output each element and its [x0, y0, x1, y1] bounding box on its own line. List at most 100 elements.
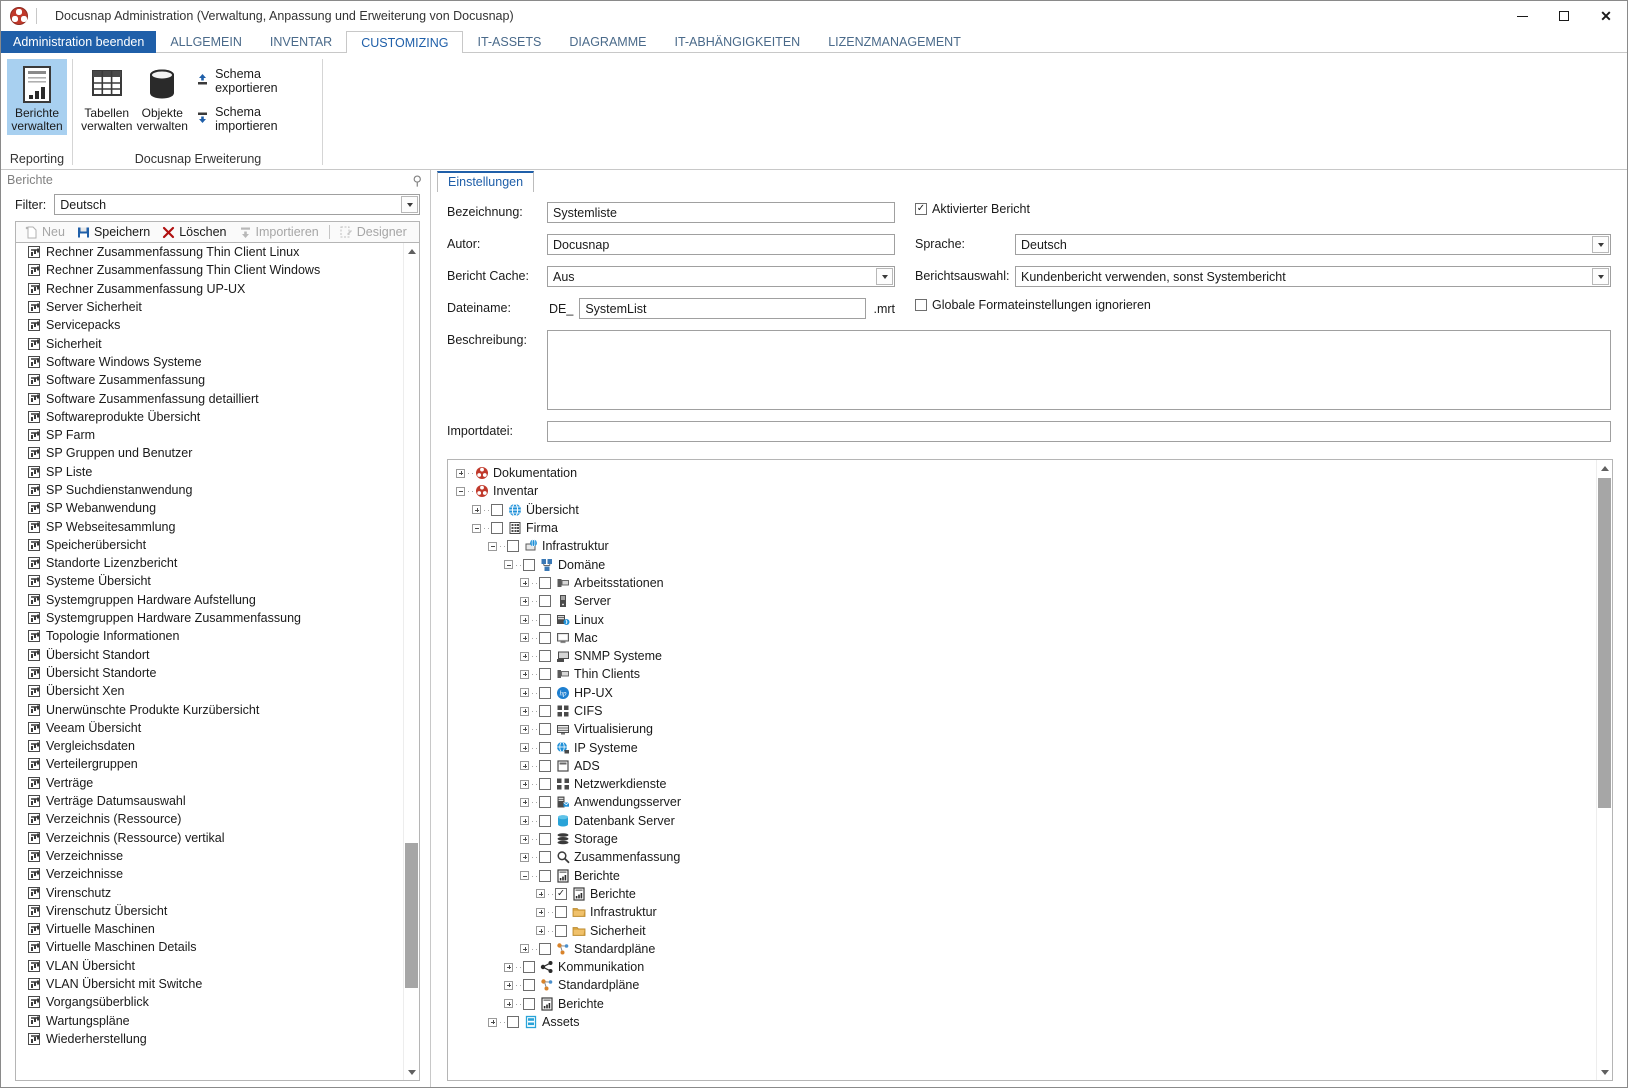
chevron-down-icon-cache[interactable]: [876, 268, 893, 285]
expand-icon[interactable]: [504, 980, 513, 990]
list-item[interactable]: Software Zusammenfassung: [16, 371, 403, 389]
tab-customizing[interactable]: CUSTOMIZING: [346, 31, 464, 53]
expand-icon[interactable]: [520, 633, 529, 643]
expand-icon[interactable]: [520, 779, 529, 789]
expand-icon[interactable]: [520, 669, 529, 679]
maximize-button[interactable]: [1543, 1, 1585, 31]
bericht-cache-combobox[interactable]: Aus: [547, 266, 895, 287]
list-item[interactable]: Server Sicherheit: [16, 298, 403, 316]
tree-node[interactable]: ·· Linux: [448, 610, 1596, 628]
tree-node-checkbox[interactable]: [539, 613, 551, 626]
globale-format-checkbox[interactable]: [915, 299, 927, 311]
tree-node[interactable]: ·· SNMP Systeme: [448, 647, 1596, 665]
list-item[interactable]: Sicherheit: [16, 334, 403, 352]
tree-node[interactable]: ·· hp HP-UX: [448, 684, 1596, 702]
reports-list-scrollbar[interactable]: [403, 243, 419, 1080]
tree-node[interactable]: ·· Standardpläne: [448, 976, 1596, 994]
expand-icon[interactable]: [520, 797, 529, 807]
neu-button[interactable]: Neu: [20, 223, 70, 242]
expand-icon[interactable]: [520, 743, 529, 753]
tree-node-checkbox[interactable]: [539, 851, 551, 864]
tree-node[interactable]: ·· IP Systeme: [448, 738, 1596, 756]
tree-node[interactable]: ·· Sicherheit: [448, 921, 1596, 939]
list-item[interactable]: Verteilergruppen: [16, 755, 403, 773]
list-item[interactable]: Rechner Zusammenfassung Thin Client Linu…: [16, 243, 403, 261]
tree-node-checkbox[interactable]: [539, 631, 551, 644]
aktivierter-bericht-checkbox-row[interactable]: ✓ Aktivierter Bericht: [915, 202, 1030, 216]
tree-node-checkbox[interactable]: [555, 924, 567, 937]
tree-node-checkbox[interactable]: [539, 668, 551, 681]
tab-allgemein[interactable]: ALLGEMEIN: [156, 31, 256, 53]
list-item[interactable]: SP Farm: [16, 426, 403, 444]
tree-node[interactable]: ·· Infrastruktur: [448, 903, 1596, 921]
sprache-combobox[interactable]: Deutsch: [1015, 234, 1611, 255]
tab-administration-beenden[interactable]: Administration beenden: [1, 31, 157, 53]
list-item[interactable]: Servicepacks: [16, 316, 403, 334]
list-item[interactable]: Veeam Übersicht: [16, 719, 403, 737]
expand-icon[interactable]: [520, 724, 529, 734]
tree-node-checkbox[interactable]: [539, 705, 551, 717]
expand-icon[interactable]: [536, 926, 545, 936]
expand-icon[interactable]: [520, 761, 529, 771]
tree-node-checkbox[interactable]: [523, 558, 535, 571]
tree-node[interactable]: ·· Domäne: [448, 555, 1596, 573]
list-item[interactable]: Speicherübersicht: [16, 536, 403, 554]
loeschen-button[interactable]: Löschen: [157, 223, 231, 242]
tree-node[interactable]: ·· Server: [448, 592, 1596, 610]
tree-node-checkbox[interactable]: [539, 814, 551, 827]
tree-node[interactable]: ·· Anwendungsserver: [448, 793, 1596, 811]
list-item[interactable]: Verzeichnisse: [16, 847, 403, 865]
collapse-icon[interactable]: [488, 541, 497, 551]
expand-icon[interactable]: [520, 834, 529, 844]
speichern-button[interactable]: Speichern: [72, 223, 155, 242]
tabellen-verwalten-button[interactable]: Tabellen verwalten: [79, 59, 135, 135]
list-item[interactable]: SP Suchdienstanwendung: [16, 481, 403, 499]
beschreibung-textarea[interactable]: [547, 330, 1611, 410]
tree-node-checkbox[interactable]: [523, 997, 535, 1010]
tree-node-checkbox[interactable]: [539, 869, 551, 882]
list-item[interactable]: Wartungspläne: [16, 1011, 403, 1029]
tree-node-checkbox[interactable]: [539, 942, 551, 955]
expand-icon[interactable]: [520, 615, 529, 625]
dateiname-input[interactable]: SystemList: [579, 298, 867, 319]
list-item[interactable]: SP Gruppen und Benutzer: [16, 444, 403, 462]
expand-icon[interactable]: [488, 1017, 497, 1027]
scrollbar-thumb[interactable]: [405, 843, 418, 988]
tree-node-checkbox[interactable]: [539, 686, 551, 699]
berichte-verwalten-button[interactable]: Berichte verwalten: [7, 59, 67, 135]
tree-node[interactable]: ·· CIFS: [448, 702, 1596, 720]
tree-node[interactable]: ·· Dokumentation: [448, 464, 1596, 482]
object-tree-scrollbar[interactable]: [1596, 460, 1612, 1080]
importieren-button[interactable]: Importieren: [234, 223, 324, 242]
tree-node-checkbox[interactable]: [555, 906, 567, 919]
expand-icon[interactable]: [520, 944, 529, 954]
aktivierter-bericht-checkbox[interactable]: ✓: [915, 203, 927, 215]
object-tree[interactable]: ·· Dokumentation ·· Inventar ·· Übersicht ·· Fi…: [447, 459, 1613, 1081]
designer-button[interactable]: Designer: [335, 223, 412, 242]
tree-node[interactable]: ·· Datenbank Server: [448, 812, 1596, 830]
list-item[interactable]: Softwareprodukte Übersicht: [16, 408, 403, 426]
tree-node[interactable]: ·· Storage: [448, 830, 1596, 848]
expand-icon[interactable]: [504, 962, 513, 972]
list-item[interactable]: Übersicht Xen: [16, 682, 403, 700]
tree-node[interactable]: ·· Standardpläne: [448, 940, 1596, 958]
list-item[interactable]: Systemgruppen Hardware Aufstellung: [16, 591, 403, 609]
list-item[interactable]: Verträge Datumsauswahl: [16, 792, 403, 810]
expand-icon[interactable]: [504, 999, 513, 1009]
tree-node-checkbox[interactable]: [539, 759, 551, 772]
tab-diagramme[interactable]: DIAGRAMME: [555, 31, 660, 53]
list-item[interactable]: Rechner Zusammenfassung Thin Client Wind…: [16, 261, 403, 279]
tree-node-checkbox[interactable]: [539, 796, 551, 809]
reports-list[interactable]: Rechner Zusammenfassung Thin Client Linu…: [15, 242, 420, 1081]
chevron-down-icon-sprache[interactable]: [1592, 236, 1609, 253]
list-item[interactable]: Verträge: [16, 774, 403, 792]
tree-node[interactable]: ·· Inventar: [448, 482, 1596, 500]
tree-node-checkbox[interactable]: [507, 1016, 519, 1029]
list-item[interactable]: Wiederherstellung: [16, 1030, 403, 1048]
importdatei-input[interactable]: [547, 421, 1611, 442]
list-item[interactable]: Software Zusammenfassung detailliert: [16, 389, 403, 407]
expand-icon[interactable]: [520, 578, 529, 588]
tree-node-checkbox[interactable]: [539, 650, 551, 663]
globale-format-checkbox-row[interactable]: Globale Formateinstellungen ignorieren: [915, 298, 1151, 312]
tree-scrollbar-thumb[interactable]: [1598, 478, 1611, 808]
